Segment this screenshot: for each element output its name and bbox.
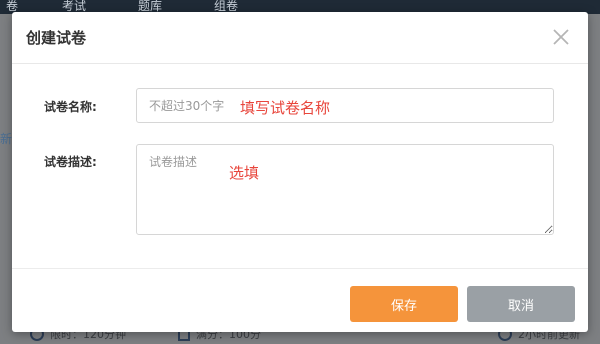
paper-name-annotation: 填写试卷名称 bbox=[240, 99, 331, 117]
cancel-button[interactable]: 取消 bbox=[467, 286, 575, 322]
paper-description-label: 试卷描述: bbox=[44, 155, 97, 169]
background-left-text: 新 bbox=[0, 132, 13, 146]
dialog-header: 创建试卷 bbox=[12, 12, 588, 64]
paper-description-annotation: 选填 bbox=[229, 164, 260, 182]
paper-description-input[interactable] bbox=[136, 144, 554, 235]
paper-name-label: 试卷名称: bbox=[44, 100, 97, 114]
dialog-title: 创建试卷 bbox=[26, 29, 87, 47]
create-paper-dialog: 创建试卷 试卷名称: 填写试卷名称 试卷描述: 选填 保存 取消 bbox=[12, 12, 588, 332]
dialog-footer-divider bbox=[12, 268, 588, 269]
save-button[interactable]: 保存 bbox=[350, 286, 458, 322]
paper-name-input[interactable] bbox=[136, 88, 554, 123]
close-icon[interactable] bbox=[550, 26, 572, 48]
